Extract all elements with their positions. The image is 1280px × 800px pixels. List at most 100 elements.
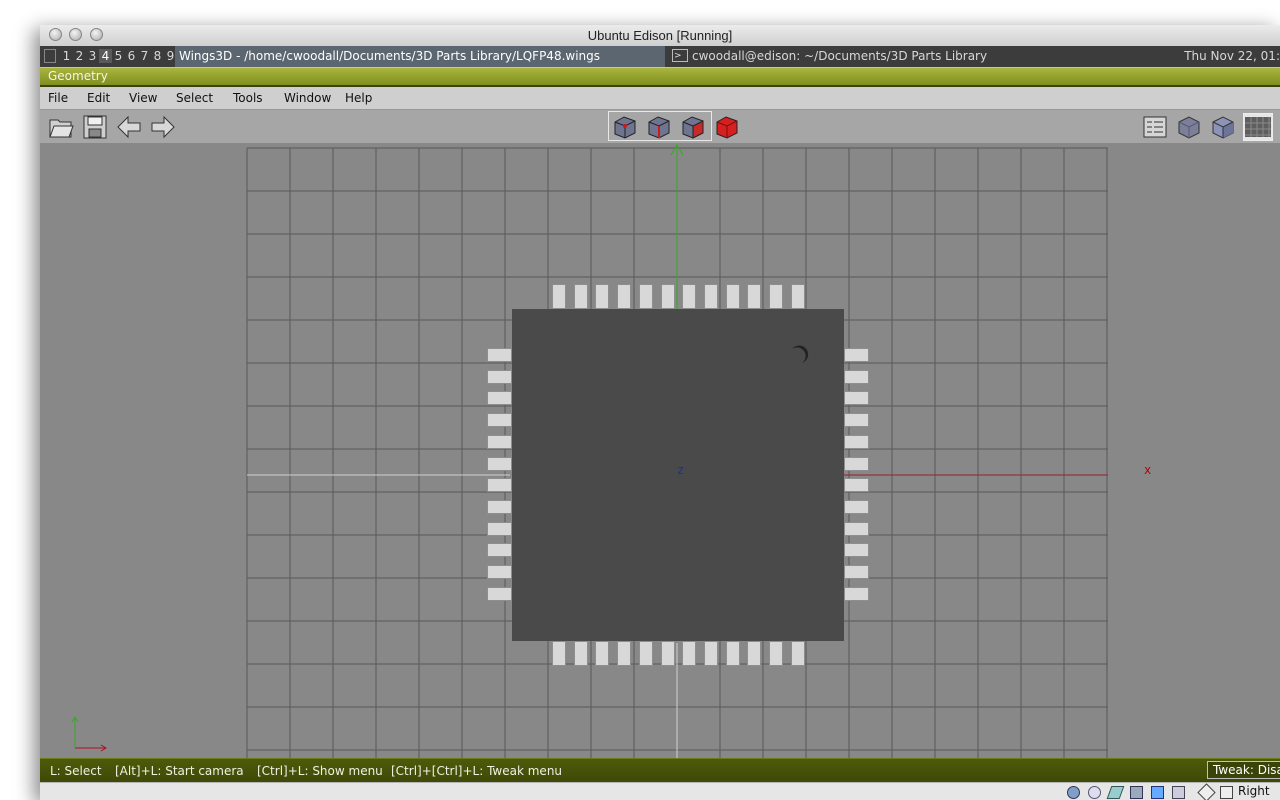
chip-pin-right[interactable] — [844, 413, 869, 427]
workspace-6[interactable]: 6 — [125, 49, 138, 63]
chip-pin-top[interactable] — [552, 284, 566, 309]
undo-arrow-icon[interactable] — [116, 114, 142, 140]
shared-folders-icon[interactable] — [1151, 786, 1164, 799]
chip-pin-left[interactable] — [487, 370, 512, 384]
wireframe-ground-icon[interactable] — [1243, 113, 1273, 141]
workspace-1[interactable]: 1 — [60, 49, 73, 63]
chip-pin-bottom[interactable] — [726, 641, 740, 666]
hint-tweak-menu: [Ctrl]+[Ctrl]+L: Tweak menu — [391, 764, 563, 778]
menu-file[interactable]: File — [48, 91, 68, 105]
geometry-title: Geometry — [48, 69, 108, 83]
hint-camera: [Alt]+L: Start camera — [115, 764, 244, 778]
chip-pin-top[interactable] — [704, 284, 718, 309]
chip-pin-top[interactable] — [726, 284, 740, 309]
chip-pin-left[interactable] — [487, 435, 512, 449]
vertex-select-icon[interactable] — [612, 114, 638, 140]
chip-pin-bottom[interactable] — [747, 641, 761, 666]
task-terminal[interactable]: cwoodall@edison: ~/Documents/3D Parts Li… — [672, 46, 987, 67]
tweak-status-button[interactable]: Tweak: Disa — [1207, 761, 1280, 779]
geometry-window-titlebar[interactable]: Geometry — [40, 67, 1280, 87]
chip-pin-bottom[interactable] — [769, 641, 783, 666]
keyboard-capture-icon[interactable] — [1220, 786, 1233, 799]
chip-pin-left[interactable] — [487, 457, 512, 471]
chip-pin-right[interactable] — [844, 478, 869, 492]
workspace-4[interactable]: 4 — [99, 49, 112, 63]
face-select-icon[interactable] — [680, 114, 706, 140]
workspace-7[interactable]: 7 — [138, 49, 151, 63]
network-icon[interactable] — [1130, 786, 1143, 799]
chip-pin-top[interactable] — [791, 284, 805, 309]
chip-pin-top[interactable] — [661, 284, 675, 309]
chip-pin-bottom[interactable] — [639, 641, 653, 666]
chip-pin-right[interactable] — [844, 391, 869, 405]
chip-pin-top[interactable] — [617, 284, 631, 309]
chip-pin-bottom[interactable] — [791, 641, 805, 666]
chip-pin-left[interactable] — [487, 565, 512, 579]
chip-pin-top[interactable] — [574, 284, 588, 309]
virtualbox-statusbar: Right — [40, 782, 1280, 800]
menu-help[interactable]: Help — [345, 91, 372, 105]
chip-pin-right[interactable] — [844, 587, 869, 601]
chip-pin-bottom[interactable] — [661, 641, 675, 666]
chip-pin-left[interactable] — [487, 348, 512, 362]
mouse-integration-icon[interactable] — [1197, 783, 1216, 800]
chip-pin-bottom[interactable] — [595, 641, 609, 666]
menu-edit[interactable]: Edit — [87, 91, 110, 105]
usb-icon[interactable] — [1106, 786, 1125, 799]
chip-pin-right[interactable] — [844, 435, 869, 449]
chip-pin-left[interactable] — [487, 478, 512, 492]
wings-statusbar: L: Select [Alt]+L: Start camera [Ctrl]+L… — [40, 758, 1280, 783]
display-icon[interactable] — [1172, 786, 1185, 799]
chip-pin-top[interactable] — [595, 284, 609, 309]
workspace-2[interactable]: 2 — [73, 49, 86, 63]
chip-pin-top[interactable] — [747, 284, 761, 309]
workspace-switcher-icon[interactable] — [44, 49, 56, 63]
chip-pin-right[interactable] — [844, 565, 869, 579]
chip-pin-bottom[interactable] — [617, 641, 631, 666]
menu-select[interactable]: Select — [176, 91, 213, 105]
smooth-cube-icon[interactable] — [1176, 114, 1202, 140]
flat-cube-icon[interactable] — [1210, 114, 1236, 140]
workspace-list: 1 2 3 4 5 6 7 8 9 — [60, 49, 177, 63]
menubar: File Edit View Select Tools Window Help — [40, 87, 1280, 110]
menu-tools[interactable]: Tools — [233, 91, 263, 105]
chip-pin-right[interactable] — [844, 370, 869, 384]
menu-window[interactable]: Window — [284, 91, 331, 105]
host-key-label: Right — [1238, 784, 1270, 798]
chip-pin-top[interactable] — [639, 284, 653, 309]
workspace-5[interactable]: 5 — [112, 49, 125, 63]
chip-pin-right[interactable] — [844, 457, 869, 471]
grid-panel-icon[interactable] — [1142, 114, 1168, 140]
chip-pin-left[interactable] — [487, 587, 512, 601]
chip-pin-bottom[interactable] — [552, 641, 566, 666]
redo-arrow-icon[interactable] — [150, 114, 176, 140]
chip-pin-top[interactable] — [682, 284, 696, 309]
hard-disk-icon[interactable] — [1067, 786, 1080, 799]
open-folder-icon[interactable] — [48, 114, 74, 140]
chip-pin-left[interactable] — [487, 413, 512, 427]
save-disk-icon[interactable] — [82, 114, 108, 140]
chip-pin-left[interactable] — [487, 543, 512, 557]
host-titlebar: Ubuntu Edison [Running] — [40, 25, 1280, 47]
chip-pin-right[interactable] — [844, 348, 869, 362]
chip-pin-bottom[interactable] — [704, 641, 718, 666]
workspace-8[interactable]: 8 — [151, 49, 164, 63]
chip-pin-bottom[interactable] — [682, 641, 696, 666]
chip-pin-top[interactable] — [769, 284, 783, 309]
chip-pin-bottom[interactable] — [574, 641, 588, 666]
optical-drive-icon[interactable] — [1088, 786, 1101, 799]
3d-viewport[interactable]: x z — [40, 143, 1280, 758]
workspace-3[interactable]: 3 — [86, 49, 99, 63]
edge-select-icon[interactable] — [646, 114, 672, 140]
task-wings3d[interactable]: Wings3D - /home/cwoodall/Documents/3D Pa… — [175, 46, 665, 67]
menu-view[interactable]: View — [129, 91, 157, 105]
clock[interactable]: Thu Nov 22, 01: — [1184, 46, 1280, 67]
chip-pin-right[interactable] — [844, 543, 869, 557]
object-select-icon[interactable] — [714, 114, 740, 140]
chip-pin-right[interactable] — [844, 500, 869, 514]
grid-svg — [71, 144, 1108, 758]
chip-pin-left[interactable] — [487, 522, 512, 536]
chip-pin-right[interactable] — [844, 522, 869, 536]
chip-pin-left[interactable] — [487, 391, 512, 405]
chip-pin-left[interactable] — [487, 500, 512, 514]
